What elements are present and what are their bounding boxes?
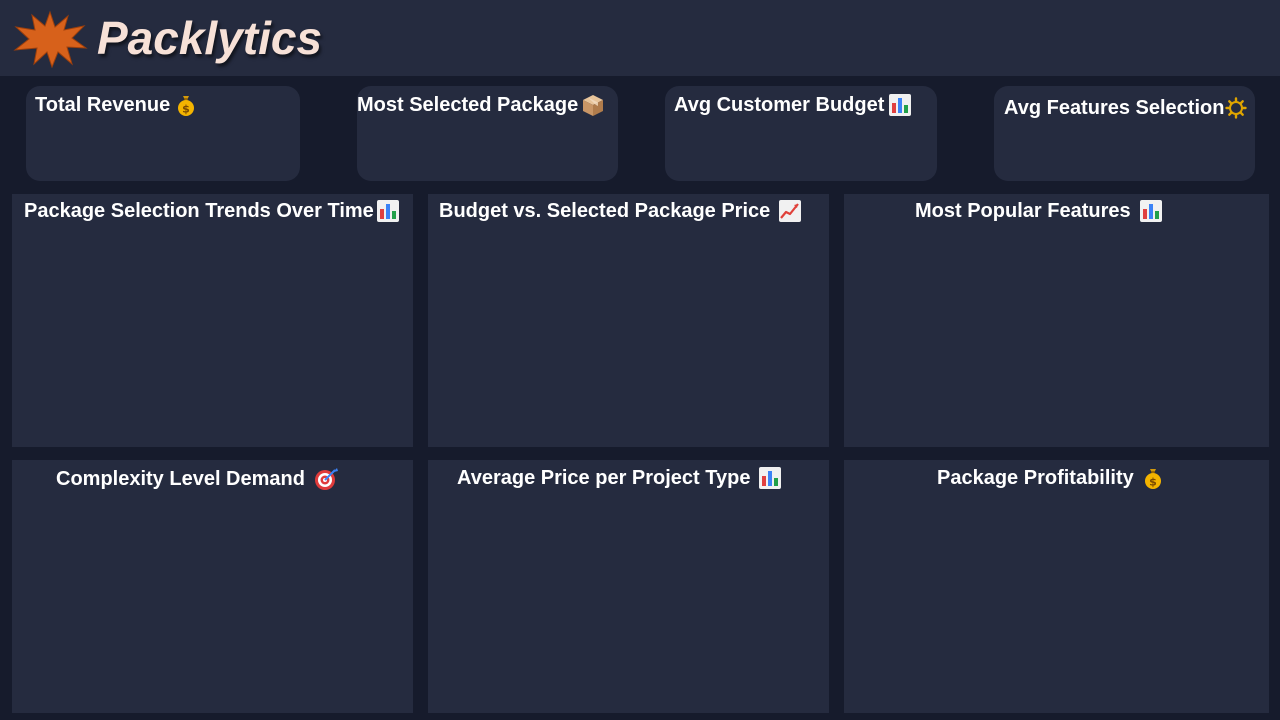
panel-title-package-selection-trends: Package Selection Trends Over Time <box>24 198 400 224</box>
kpi-label: Avg Features Selection <box>1004 97 1225 119</box>
svg-text:$: $ <box>1149 476 1157 489</box>
kpi-title-avg-features-selection: Avg Features Selection <box>1004 95 1248 121</box>
kpi-label: Most Selected Package <box>357 94 579 116</box>
panel-label: Complexity Level Demand <box>56 468 305 490</box>
panel-label: Most Popular Features <box>915 200 1131 222</box>
svg-text:$: $ <box>182 103 190 116</box>
kpi-title-most-selected-package: Most Selected Package <box>357 92 606 118</box>
target-icon <box>313 466 339 492</box>
panel-label: Package Selection Trends Over Time <box>24 200 374 222</box>
chart-panel-most-popular-features <box>844 194 1269 447</box>
bar-chart-icon <box>376 199 400 223</box>
panel-label: Average Price per Project Type <box>457 467 751 489</box>
money-bag-icon: $ <box>1141 466 1165 490</box>
chart-panel-complexity-level-demand <box>12 460 413 713</box>
app-header: Packlytics <box>0 0 1280 76</box>
panel-title-average-price-per-project-type: Average Price per Project Type <box>457 465 782 491</box>
money-bag-icon: $ <box>174 93 198 117</box>
chart-panel-average-price-per-project-type <box>428 460 829 713</box>
bar-chart-icon <box>1139 199 1163 223</box>
panel-title-package-profitability: Package Profitability $ <box>937 465 1165 491</box>
panel-label: Package Profitability <box>937 467 1134 489</box>
bar-chart-icon <box>758 466 782 490</box>
brand-title: Packlytics <box>97 12 323 64</box>
kpi-title-total-revenue: Total Revenue $ <box>35 92 198 118</box>
chart-panel-package-selection-trends <box>12 194 413 447</box>
kpi-label: Total Revenue <box>35 94 171 116</box>
chart-panel-budget-vs-package-price <box>428 194 829 447</box>
panel-title-budget-vs-package-price: Budget vs. Selected Package Price <box>439 198 802 224</box>
kpi-title-avg-customer-budget: Avg Customer Budget <box>674 92 912 118</box>
package-box-icon <box>580 92 606 118</box>
panel-title-complexity-level-demand: Complexity Level Demand <box>56 466 339 492</box>
gear-icon <box>1225 97 1248 119</box>
trending-up-icon <box>778 199 802 223</box>
panel-title-most-popular-features: Most Popular Features <box>915 198 1163 224</box>
bar-chart-icon <box>888 93 912 117</box>
starburst-icon <box>13 10 88 68</box>
panel-label: Budget vs. Selected Package Price <box>439 200 771 222</box>
chart-panel-package-profitability <box>844 460 1269 713</box>
kpi-label: Avg Customer Budget <box>674 94 885 116</box>
